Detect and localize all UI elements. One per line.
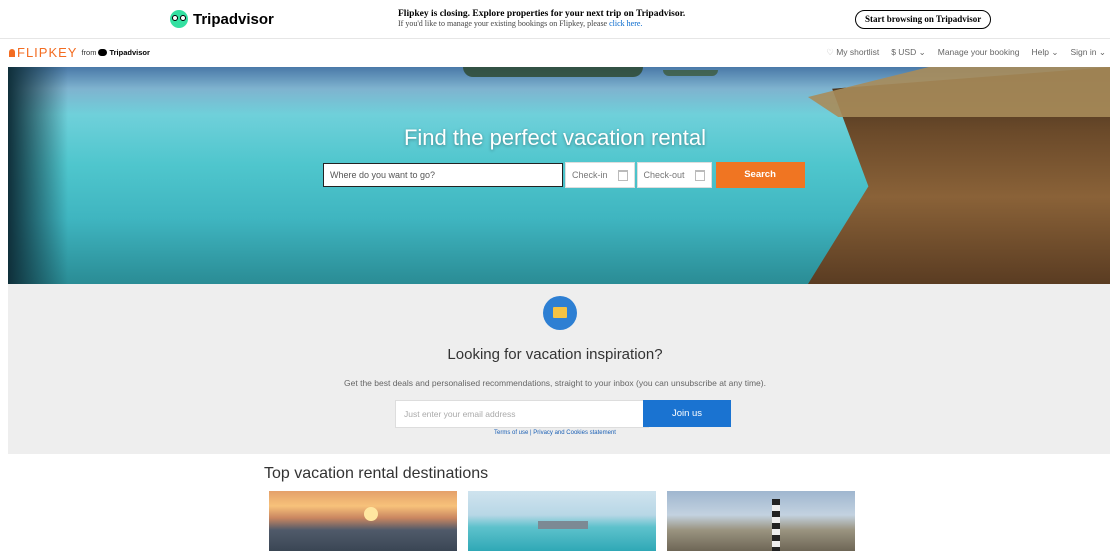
flipkey-logo[interactable]: FLIPKEY from Tripadvisor: [9, 45, 150, 60]
hero-title: Find the perfect vacation rental: [403, 125, 707, 150]
check-in-label: Check-in: [572, 170, 608, 180]
join-us-button[interactable]: Join us: [643, 400, 731, 427]
owl-icon: [170, 10, 188, 28]
island-shape: [663, 70, 718, 76]
heart-icon: ♡: [826, 47, 837, 57]
email-placeholder: Just enter your email address: [404, 409, 516, 419]
destination-card[interactable]: [269, 491, 457, 551]
envelope-icon: [543, 296, 577, 330]
nav-manage-booking[interactable]: Manage your booking: [938, 47, 1020, 58]
nav-currency-label: $ USD: [891, 47, 917, 57]
newsletter-title: Looking for vacation inspiration?: [447, 346, 663, 363]
site-header: FLIPKEY from Tripadvisor ♡ My shortlist …: [0, 38, 1110, 67]
destination-card[interactable]: [667, 491, 855, 551]
check-out-field[interactable]: Check-out: [636, 162, 712, 188]
check-in-field[interactable]: Check-in: [565, 162, 635, 188]
chevron-down-icon: ⌄: [1098, 47, 1106, 57]
closing-banner: Tripadvisor Flipkey is closing. Explore …: [0, 0, 1110, 38]
destination-card[interactable]: [468, 491, 656, 551]
key-icon: [9, 48, 15, 57]
newsletter-subtitle: Get the best deals and personalised reco…: [344, 378, 766, 388]
nav-my-shortlist-label: My shortlist: [836, 47, 880, 57]
calendar-icon: [617, 169, 628, 181]
nav-sign-in-label: Sign in: [1070, 47, 1097, 57]
island-shape: [463, 67, 643, 77]
flipkey-logo-text: FLIPKEY: [17, 45, 78, 60]
closing-subline-text: If you'd like to manage your existing bo…: [398, 19, 608, 28]
from-brand: Tripadvisor: [109, 48, 150, 57]
closing-headline: Flipkey is closing. Explore properties f…: [398, 9, 686, 19]
nav-sign-in[interactable]: Sign in ⌄: [1071, 47, 1107, 58]
nav-currency[interactable]: $ USD ⌄: [891, 47, 926, 58]
destinations-title: Top vacation rental destinations: [264, 465, 489, 482]
header-nav: ♡ My shortlist $ USD ⌄ Manage your booki…: [826, 47, 1106, 58]
nav-my-shortlist[interactable]: ♡ My shortlist: [826, 47, 879, 58]
closing-message: Flipkey is closing. Explore properties f…: [398, 9, 685, 29]
tripadvisor-logo-text: Tripadvisor: [193, 10, 274, 28]
nav-help[interactable]: Help ⌄: [1032, 47, 1059, 58]
nav-help-label: Help: [1031, 47, 1049, 57]
tripadvisor-logo[interactable]: Tripadvisor: [170, 10, 274, 28]
start-browsing-button[interactable]: Start browsing on Tripadvisor: [855, 10, 992, 29]
destination-placeholder: Where do you want to go?: [330, 170, 436, 180]
from-tripadvisor: from Tripadvisor: [81, 48, 149, 57]
tripadvisor-mini-icon: [98, 49, 108, 56]
search-bar: Where do you want to go? Check-in Check-…: [323, 162, 805, 188]
bungalow-roof: [808, 67, 1110, 117]
from-text: from: [81, 48, 97, 57]
calendar-icon: [694, 169, 705, 181]
click-here-link[interactable]: click here.: [609, 19, 642, 28]
chevron-down-icon: ⌄: [1051, 47, 1059, 57]
hero-shadow: [8, 67, 68, 284]
search-button[interactable]: Search: [715, 162, 805, 188]
check-out-label: Check-out: [643, 170, 685, 180]
email-input[interactable]: Just enter your email address: [395, 400, 649, 428]
closing-subline: If you'd like to manage your existing bo…: [398, 19, 685, 29]
chevron-down-icon: ⌄: [918, 47, 926, 57]
terms-links[interactable]: Terms of use | Privacy and Cookies state…: [0, 430, 1110, 436]
destination-input[interactable]: Where do you want to go?: [323, 163, 563, 187]
